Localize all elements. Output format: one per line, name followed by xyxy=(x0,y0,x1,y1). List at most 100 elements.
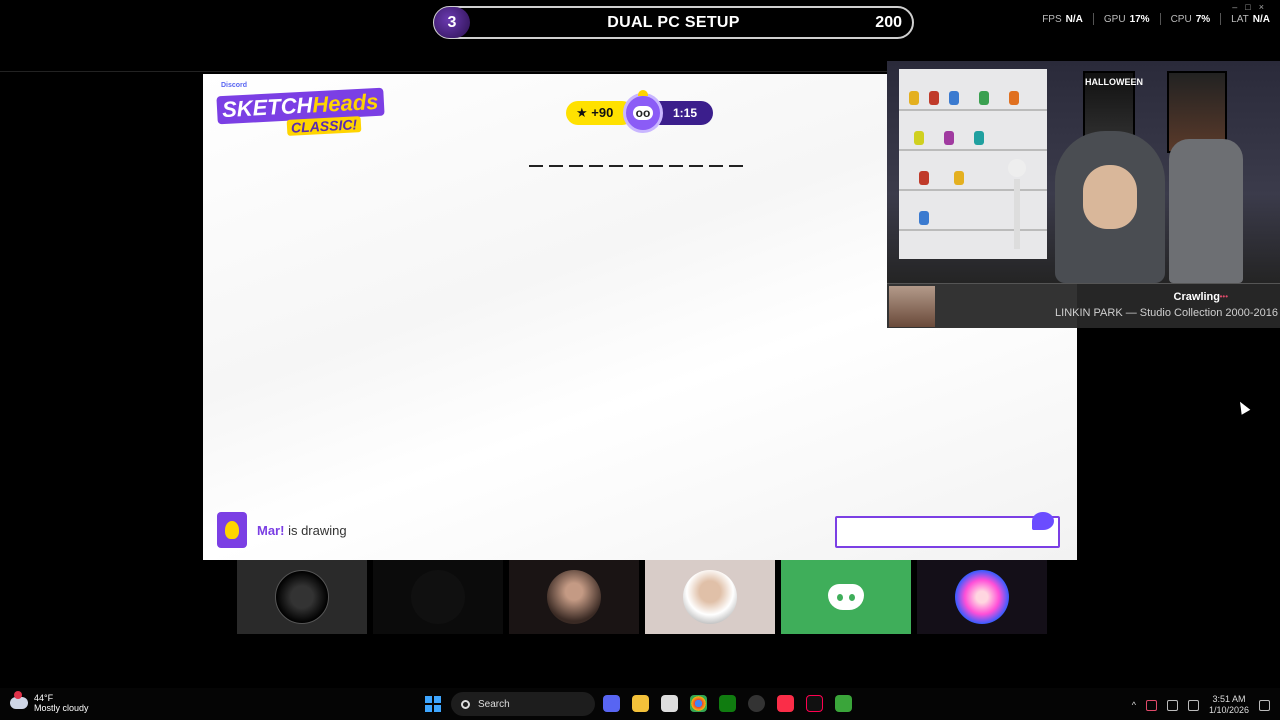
chevron-up-icon[interactable]: ^ xyxy=(1132,700,1136,710)
guess-input-box[interactable] xyxy=(835,512,1060,548)
figure xyxy=(919,211,929,225)
figure xyxy=(1009,91,1019,105)
weather-widget[interactable]: 44°F Mostly cloudy xyxy=(10,691,89,713)
clock-date: 1/10/2026 xyxy=(1208,705,1249,715)
song-title: Crawling xyxy=(1173,291,1220,303)
divider xyxy=(1092,13,1094,25)
search-icon xyxy=(461,699,470,709)
bell-icon xyxy=(638,90,648,96)
letter-blank xyxy=(569,165,583,167)
lat-value: N/A xyxy=(1252,13,1270,25)
notification-badge xyxy=(14,691,22,699)
poster-title: HALLOWEEN xyxy=(1085,77,1143,87)
eyes-icon: oo xyxy=(632,106,654,120)
taskbar-clock[interactable]: 3:51 AM 1/10/2026 xyxy=(1209,694,1249,716)
taskbar-apps xyxy=(603,695,852,712)
gpu-value: 17% xyxy=(1129,13,1150,25)
letter-blank xyxy=(689,165,703,167)
cloud-icon xyxy=(10,691,28,709)
letter-blank xyxy=(709,165,723,167)
figure xyxy=(919,171,929,185)
overlay-score: 200 xyxy=(875,14,902,31)
overlay-title: DUAL PC SETUP xyxy=(607,14,740,31)
weather-text: 44°F Mostly cloudy xyxy=(34,693,89,713)
avatar xyxy=(411,570,465,624)
discord-brand-label: Discord xyxy=(221,82,248,89)
chat-bubble-icon[interactable] xyxy=(1032,512,1054,530)
gaming-chair xyxy=(1169,139,1243,283)
file-explorer-icon[interactable] xyxy=(632,695,649,712)
network-icon[interactable] xyxy=(1166,699,1178,711)
xbox-icon[interactable] xyxy=(719,695,736,712)
sketchbook-icon xyxy=(217,512,247,548)
participant-tile[interactable] xyxy=(509,560,639,634)
music-app-icon[interactable] xyxy=(777,695,794,712)
participant-tile[interactable] xyxy=(237,560,367,634)
volume-icon[interactable] xyxy=(1187,699,1199,711)
figure xyxy=(949,91,959,105)
figure xyxy=(914,131,924,145)
lat-label: LAT xyxy=(1231,13,1249,25)
participant-tile[interactable] xyxy=(781,560,911,634)
letter-blank xyxy=(629,165,643,167)
letter-blank xyxy=(649,165,663,167)
spine xyxy=(1014,179,1020,249)
participant-strip xyxy=(237,560,1047,634)
fps-label: FPS xyxy=(1042,13,1062,25)
system-tray: ^ 3:51 AM 1/10/2026 xyxy=(1132,694,1270,716)
cpu-label: CPU xyxy=(1170,13,1192,25)
figure xyxy=(929,91,939,105)
window-controls[interactable]: –□× xyxy=(1232,2,1272,12)
letter-blank xyxy=(549,165,563,167)
avatar xyxy=(955,570,1009,624)
avatar xyxy=(275,570,329,624)
cpu-value: 7% xyxy=(1195,13,1211,25)
figure xyxy=(944,131,954,145)
drawer-status-label: is drawing xyxy=(284,522,347,538)
audio-dots-icon: ••• xyxy=(1219,292,1228,301)
discord-icon xyxy=(828,584,864,610)
clock-time: 3:51 AM xyxy=(1212,694,1246,704)
tiktok-icon[interactable] xyxy=(806,695,823,712)
divider xyxy=(1220,13,1222,25)
microphone-icon[interactable] xyxy=(1145,699,1157,711)
minecraft-icon[interactable] xyxy=(835,695,852,712)
participant-tile[interactable] xyxy=(917,560,1047,634)
mouse-cursor-icon xyxy=(1235,399,1251,415)
webcam-feed: HALLOWEEN xyxy=(887,61,1280,283)
logo-heads-text: Heads xyxy=(311,88,380,118)
now-playing-widget: Crawling ••• LINKIN PARK — Studio Collec… xyxy=(887,283,1280,328)
g-app-icon[interactable] xyxy=(661,695,678,712)
windows-start-icon[interactable] xyxy=(425,696,441,712)
stream-overlay-banner: 3 DUAL PC SETUP 200 xyxy=(433,6,914,39)
guess-input[interactable] xyxy=(837,518,1058,546)
sketchheads-logo: Discord SKETCHHeads CLASSIC! xyxy=(216,82,385,138)
word-blanks xyxy=(529,165,743,167)
drawer-status: Mar! is drawing xyxy=(217,512,347,548)
logo-sketch-text: SKETCH xyxy=(221,92,314,123)
figure xyxy=(909,91,919,105)
chrome-icon[interactable] xyxy=(690,695,707,712)
taskbar-search[interactable]: Search xyxy=(451,692,595,716)
steam-icon[interactable] xyxy=(748,695,765,712)
alarm-clock-icon: oo xyxy=(623,90,663,133)
search-label: Search xyxy=(478,698,510,710)
weather-temp: 44°F xyxy=(34,693,54,703)
shelf-row xyxy=(899,109,1047,111)
album-title: LINKIN PARK — Studio Collection 2000-201… xyxy=(1055,307,1278,319)
drawer-name: Mar! xyxy=(257,522,285,538)
drawer-status-text: Mar! is drawing xyxy=(257,523,347,538)
notification-icon[interactable] xyxy=(1259,699,1270,711)
letter-blank xyxy=(729,165,743,167)
letter-blank xyxy=(529,165,543,167)
letter-blank xyxy=(609,165,623,167)
streamer xyxy=(1055,131,1165,283)
fps-value: N/A xyxy=(1065,13,1083,25)
gpu-label: GPU xyxy=(1103,13,1126,25)
discord-app-icon[interactable] xyxy=(603,695,620,712)
divider xyxy=(1159,13,1161,25)
participant-tile[interactable] xyxy=(645,560,775,634)
participant-tile[interactable] xyxy=(373,560,503,634)
figure xyxy=(974,131,984,145)
figure xyxy=(954,171,964,185)
